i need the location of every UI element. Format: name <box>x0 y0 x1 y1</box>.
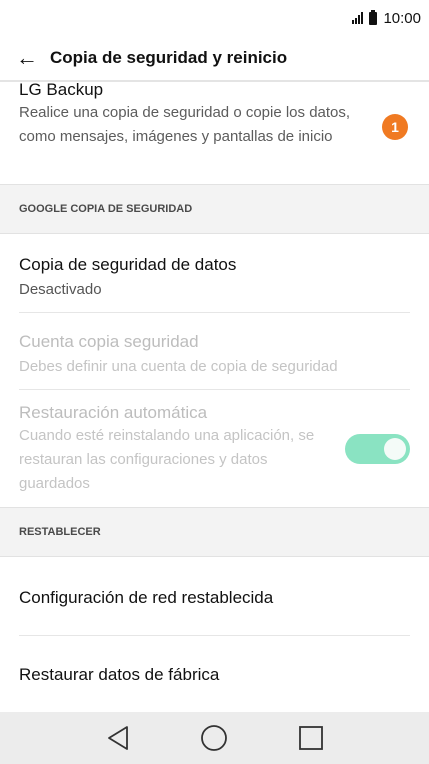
lg-backup-description: Realice una copia de seguridad o copie l… <box>19 104 351 145</box>
network-reset-item[interactable]: Configuración de red restablecida <box>0 588 429 608</box>
status-time: 10:00 <box>383 9 421 27</box>
back-icon[interactable] <box>98 718 138 758</box>
backup-data-item[interactable]: Copia de seguridad de datos Desactivado <box>0 255 429 298</box>
page-title: Copia de seguridad y reinicio <box>50 48 288 67</box>
factory-reset-title: Restaurar datos de fábrica <box>19 665 220 684</box>
backup-data-title: Copia de seguridad de datos <box>19 255 237 274</box>
status-bar: 10:00 <box>0 0 429 36</box>
auto-restore-description: Cuando esté reinstalando una aplicación,… <box>19 427 315 492</box>
divider <box>19 389 410 390</box>
divider <box>19 635 410 636</box>
recents-icon[interactable] <box>291 718 331 758</box>
section-header-google: GOOGLE COPIA DE SEGURIDAD <box>0 184 429 234</box>
backup-account-item[interactable]: Cuenta copia seguridad Debes definir una… <box>0 332 429 375</box>
backup-account-title: Cuenta copia seguridad <box>19 332 199 351</box>
divider <box>19 312 410 313</box>
backup-account-subtitle: Debes definir una cuenta de copia de seg… <box>19 358 338 375</box>
navigation-bar <box>0 712 429 764</box>
auto-restore-title: Restauración automática <box>19 403 208 422</box>
notification-badge: 1 <box>382 114 408 140</box>
network-reset-title: Configuración de red restablecida <box>19 588 274 607</box>
battery-icon <box>369 9 378 25</box>
back-arrow-icon[interactable]: ← <box>16 47 44 69</box>
app-bar: ← Copia de seguridad y reinicio <box>0 36 429 80</box>
toggle-knob <box>384 438 406 460</box>
factory-reset-item[interactable]: Restaurar datos de fábrica <box>0 665 429 685</box>
lg-backup-title: LG Backup <box>19 80 104 99</box>
home-icon[interactable] <box>194 718 234 758</box>
auto-restore-toggle[interactable] <box>345 434 410 464</box>
signal-icon <box>352 12 364 24</box>
lg-backup-item[interactable]: LG Backup Realice una copia de seguridad… <box>0 80 429 183</box>
backup-data-status: Desactivado <box>19 281 102 298</box>
section-header-reset: RESTABLECER <box>0 507 429 557</box>
